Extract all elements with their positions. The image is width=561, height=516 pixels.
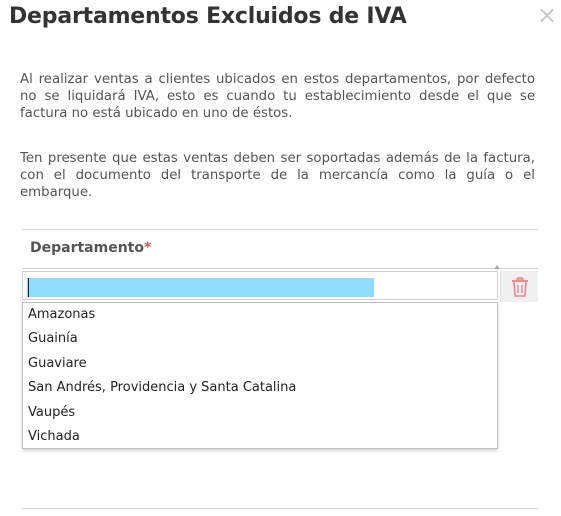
delete-row-button[interactable] <box>500 271 538 302</box>
divider-top <box>22 229 538 230</box>
info-paragraph-1: Al realizar ventas a clientes ubicados e… <box>20 72 535 121</box>
departamento-input[interactable] <box>22 271 498 300</box>
dialog-title: Departamentos Excluidos de IVA <box>9 4 407 29</box>
departamento-dropdown: Amazonas Guainía Guaviare San Andrés, Pr… <box>22 302 498 449</box>
text-caret <box>28 278 29 297</box>
required-mark: * <box>144 240 152 256</box>
dropdown-option[interactable]: Guainía <box>23 327 497 351</box>
dropdown-option[interactable]: San Andrés, Providencia y Santa Catalina <box>23 376 497 400</box>
dropdown-option[interactable]: Vaupés <box>23 401 497 425</box>
dropdown-option[interactable]: Vichada <box>23 425 497 449</box>
dropdown-option[interactable]: Guaviare <box>23 352 497 376</box>
dropdown-option[interactable]: Amazonas <box>23 303 497 327</box>
input-selection-highlight <box>27 278 374 297</box>
field-label: Departamento* <box>30 240 151 256</box>
divider-header <box>22 268 538 269</box>
chevron-up-icon <box>494 265 500 269</box>
field-label-text: Departamento <box>30 240 144 256</box>
close-icon[interactable]: × <box>537 3 557 27</box>
info-paragraph-2: Ten presente que estas ventas deben ser … <box>20 151 535 200</box>
trash-icon <box>511 276 528 297</box>
divider-bottom <box>22 508 538 509</box>
